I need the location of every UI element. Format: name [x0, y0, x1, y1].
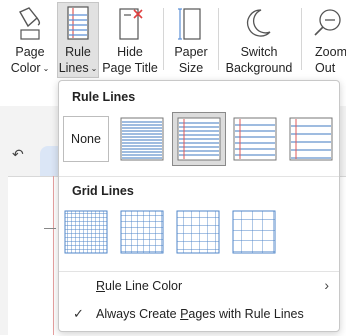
- ribbon-separator: [163, 8, 164, 70]
- view-ribbon: Page Color ⌄ Rule Lines ⌄ Hide Page Titl…: [0, 0, 346, 81]
- moon-icon: [241, 4, 277, 40]
- section-divider: [59, 176, 339, 177]
- paper-size-label-2: Size: [178, 61, 204, 75]
- rule-line-color-label: Rule Line Color: [96, 279, 182, 293]
- rule-none-option[interactable]: None: [63, 116, 109, 162]
- switch-background-label-1: Switch: [240, 45, 278, 59]
- hide-page-title-button[interactable]: Hide Page Title: [102, 2, 158, 78]
- page-color-label-1: Page: [15, 45, 45, 59]
- wide-ruled-icon: [289, 117, 333, 161]
- rule-line-color-item[interactable]: Rule Line Color ›: [59, 274, 339, 300]
- page-color-icon: [12, 4, 48, 40]
- hide-page-title-label-1: Hide: [117, 45, 143, 59]
- paper-size-button[interactable]: Paper Size: [168, 2, 214, 78]
- grid-very-large-option[interactable]: [231, 209, 277, 255]
- large-grid-icon: [176, 210, 220, 254]
- grid-medium-option[interactable]: [119, 209, 165, 255]
- zoom-out-button[interactable]: Zoom Out: [308, 2, 346, 78]
- standard-ruled-icon: [233, 117, 277, 161]
- always-create-text-after: ages with Rule Lines: [188, 307, 304, 321]
- college-ruled-icon: [177, 117, 221, 161]
- rule-wide-option[interactable]: [288, 116, 334, 162]
- checkmark-icon: ✓: [73, 306, 84, 321]
- always-create-pages-label: Always Create Pages with Rule Lines: [96, 307, 304, 321]
- switch-background-button[interactable]: Switch Background: [223, 2, 295, 78]
- rule-lines-section-title: Rule Lines: [72, 90, 136, 104]
- very-large-grid-icon: [232, 210, 276, 254]
- switch-background-label-2: Background: [225, 61, 293, 75]
- narrow-ruled-icon: [120, 117, 164, 161]
- grid-large-option[interactable]: [175, 209, 221, 255]
- ribbon-separator: [301, 8, 302, 70]
- rule-lines-button[interactable]: Rule Lines ⌄: [57, 2, 99, 78]
- hide-title-icon: [112, 4, 148, 40]
- paper-size-label-1: Paper: [174, 45, 208, 59]
- margin-line: [53, 176, 54, 335]
- hide-page-title-label-2: Page Title: [102, 61, 158, 75]
- rule-college-option[interactable]: [172, 112, 226, 166]
- none-label: None: [71, 132, 101, 146]
- chevron-down-icon: ⌄: [90, 64, 98, 73]
- rule-line-color-accesskey: R: [96, 279, 106, 293]
- page-color-label-2: Color: [10, 61, 41, 75]
- undo-icon[interactable]: ↶: [12, 146, 24, 163]
- zoom-out-icon: [309, 4, 345, 40]
- rule-line-color-text: ule Line Color: [105, 279, 183, 293]
- section-divider: [59, 271, 339, 272]
- small-grid-icon: [64, 210, 108, 254]
- rule-lines-icon: [60, 5, 96, 40]
- rule-standard-option[interactable]: [232, 116, 278, 162]
- grid-small-option[interactable]: [63, 209, 109, 255]
- grid-lines-section-title: Grid Lines: [72, 184, 134, 198]
- zoom-out-label-1: Zoom: [315, 45, 346, 59]
- chevron-down-icon: ⌄: [42, 64, 50, 73]
- rule-narrow-option[interactable]: [119, 116, 165, 162]
- always-create-pages-item[interactable]: ✓ Always Create Pages with Rule Lines: [59, 302, 339, 328]
- paper-size-icon: [173, 4, 209, 40]
- rule-lines-label-2: Lines: [58, 61, 89, 75]
- medium-grid-icon: [120, 210, 164, 254]
- text-cursor-line: [44, 228, 56, 229]
- zoom-out-label-2: Out: [315, 61, 336, 75]
- always-create-text-before: Always Create: [96, 307, 181, 321]
- ribbon-separator: [218, 8, 219, 70]
- rule-lines-label-1: Rule: [65, 45, 91, 59]
- rule-lines-dropdown: Rule Lines None Grid Lines Rule Line Col…: [58, 80, 340, 332]
- page-color-button[interactable]: Page Color ⌄: [8, 2, 52, 78]
- chevron-right-icon: ›: [324, 277, 329, 293]
